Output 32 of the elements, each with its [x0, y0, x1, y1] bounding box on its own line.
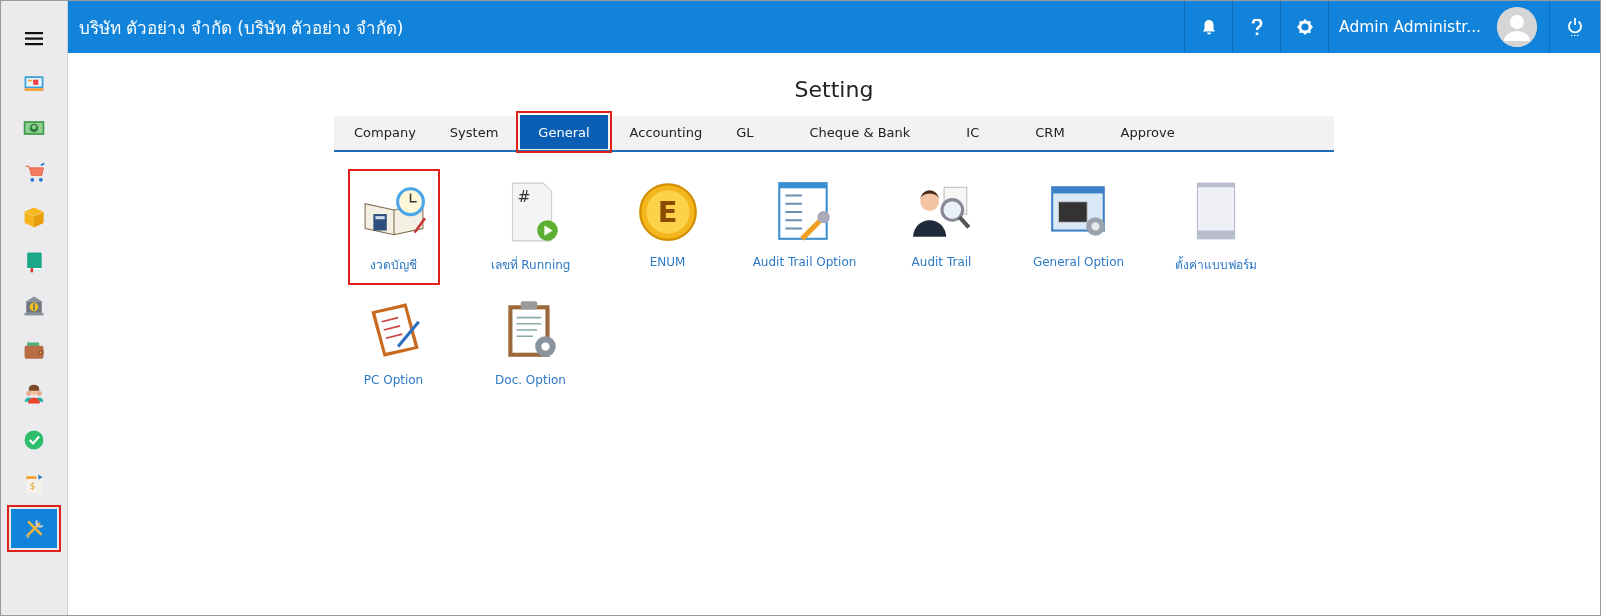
box-icon — [22, 205, 46, 229]
tab[interactable]: CRM — [1019, 111, 1081, 153]
shopping-cart-icon — [22, 160, 46, 185]
setting-tile[interactable]: ตั้งค่าแบบฟอร์ม — [1168, 169, 1263, 285]
tab[interactable]: General — [516, 111, 612, 153]
tab[interactable]: Approve — [1104, 111, 1191, 153]
tab[interactable]: Accounting — [613, 111, 719, 153]
sidebar-item[interactable] — [7, 505, 61, 552]
tab[interactable]: Company — [338, 111, 432, 153]
setting-tile[interactable]: Audit Trail — [895, 169, 988, 285]
bank-dollar-icon — [22, 294, 46, 318]
page-title: Setting — [794, 77, 874, 102]
menu-icon[interactable] — [25, 31, 43, 46]
setting-tile[interactable]: # เลขที่ Running — [484, 169, 577, 285]
setting-tile[interactable]: E ENUM — [621, 169, 714, 285]
setting-tile[interactable]: Audit Trail Option — [746, 169, 863, 285]
tab[interactable]: System — [433, 111, 515, 153]
company-title: บริษัท ตัวอย่าง จำกัด (บริษัท ตัวอย่าง จำกัด) — [78, 16, 405, 40]
setting-tile[interactable]: งวดบัญชี — [347, 169, 440, 285]
setting-tile[interactable]: General Option — [1026, 169, 1131, 285]
tab[interactable]: IC — [950, 111, 996, 153]
avatar-icon[interactable] — [1497, 7, 1537, 47]
tab[interactable]: GL — [720, 111, 770, 153]
question-mark-icon — [1250, 18, 1263, 36]
bell-icon — [1201, 19, 1216, 35]
user-name[interactable]: Admin Administr... — [1339, 18, 1481, 36]
setting-tile[interactable]: PC Option — [347, 287, 440, 403]
power-icon — [1567, 17, 1583, 37]
setting-tile[interactable]: Doc. Option — [484, 287, 577, 403]
people-group-icon — [22, 383, 46, 407]
settings-icon — [1295, 18, 1314, 36]
tab[interactable]: Cheque & Bank — [793, 111, 927, 153]
